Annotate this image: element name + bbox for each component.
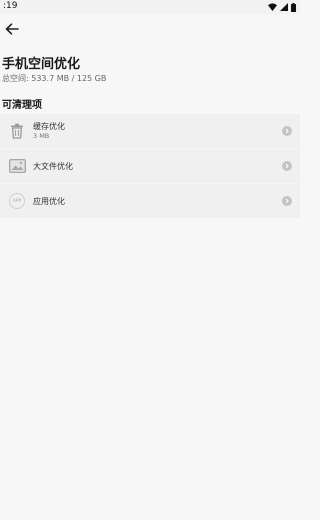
- large-file-optimize-item[interactable]: 大文件优化: [0, 149, 300, 183]
- storage-value: 533.7 MB / 125 GB: [31, 74, 107, 83]
- chevron-right-icon: [282, 126, 292, 136]
- page-title: 手机空间优化: [2, 57, 81, 72]
- signal-icon: [280, 3, 288, 11]
- arrow-left-icon: [5, 23, 19, 35]
- large-file-optimize-label: 大文件优化: [33, 162, 73, 171]
- app-optimize-item[interactable]: APP 应用优化: [0, 184, 300, 218]
- cache-size: 3 MB: [33, 132, 50, 140]
- app-badge-text: APP: [9, 193, 25, 209]
- status-icons: [268, 2, 296, 12]
- trash-icon: [8, 122, 26, 140]
- cache-optimize-label: 缓存优化: [33, 122, 65, 131]
- section-title: 可清理项: [2, 100, 42, 111]
- back-button[interactable]: [2, 19, 22, 39]
- chevron-right-icon: [282, 196, 292, 206]
- status-time: :19: [3, 1, 18, 11]
- wifi-icon: [268, 3, 277, 11]
- battery-icon: [291, 2, 296, 12]
- status-bar: :19: [0, 0, 300, 14]
- image-file-icon: [8, 157, 26, 175]
- app-optimize-label: 应用优化: [33, 197, 65, 206]
- chevron-right-icon: [282, 161, 292, 171]
- storage-summary: 总空间: 533.7 MB / 125 GB: [2, 73, 106, 84]
- app-icon: APP: [8, 192, 26, 210]
- storage-label: 总空间:: [2, 74, 29, 83]
- cache-optimize-item[interactable]: 缓存优化 3 MB: [0, 114, 300, 148]
